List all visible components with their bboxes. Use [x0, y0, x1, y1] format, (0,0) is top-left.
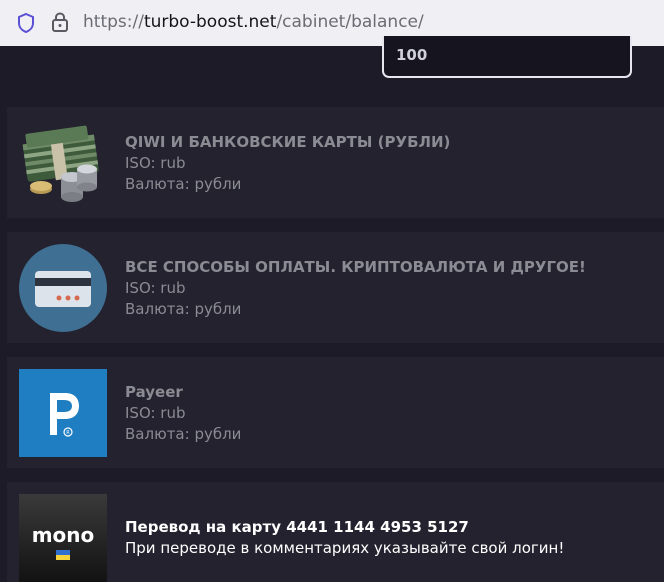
payment-method-currency: Валюта: рубли — [125, 425, 242, 443]
payment-method-title: Перевод на карту 4441 1144 4953 5127 — [125, 518, 469, 536]
amount-input[interactable]: 100 — [382, 36, 632, 78]
payment-method-title: QIWI И БАНКОВСКИЕ КАРТЫ (РУБЛИ) — [125, 133, 451, 151]
payment-method-all[interactable]: ВСЕ СПОСОБЫ ОПЛАТЫ. КРИПТОВАЛЮТА И ДРУГО… — [7, 232, 664, 343]
svg-text:R: R — [66, 430, 70, 436]
lock-icon[interactable] — [50, 11, 70, 33]
payment-method-iso: ISO: rub — [125, 154, 186, 172]
payeer-logo-icon: R — [19, 369, 107, 457]
tracking-protection-shield-icon[interactable] — [16, 12, 36, 34]
payment-method-mono[interactable]: mono Перевод на карту 4441 1144 4953 512… — [7, 482, 664, 582]
payment-method-title: Payeer — [125, 383, 183, 401]
amount-value: 100 — [396, 46, 428, 64]
money-stack-icon — [22, 125, 99, 202]
payment-method-qiwi[interactable]: QIWI И БАНКОВСКИЕ КАРТЫ (РУБЛИ) ISO: rub… — [7, 107, 664, 218]
payment-method-iso: ISO: rub — [125, 279, 186, 297]
payment-method-iso: ISO: rub — [125, 404, 186, 422]
payment-method-payeer[interactable]: R Payeer ISO: rub Валюта: рубли — [7, 357, 664, 468]
payment-method-currency: Валюта: рубли — [125, 175, 242, 193]
payment-method-currency: Валюта: рубли — [125, 300, 242, 318]
payment-method-title: ВСЕ СПОСОБЫ ОПЛАТЫ. КРИПТОВАЛЮТА И ДРУГО… — [125, 258, 586, 276]
payment-method-note: При переводе в комментариях указывайте с… — [125, 539, 565, 557]
mono-logo-text: mono — [32, 523, 95, 547]
monobank-logo-icon: mono — [19, 494, 107, 582]
credit-card-icon — [19, 244, 107, 332]
url-text[interactable]: https://turbo-boost.net/cabinet/balance/ — [83, 12, 424, 32]
